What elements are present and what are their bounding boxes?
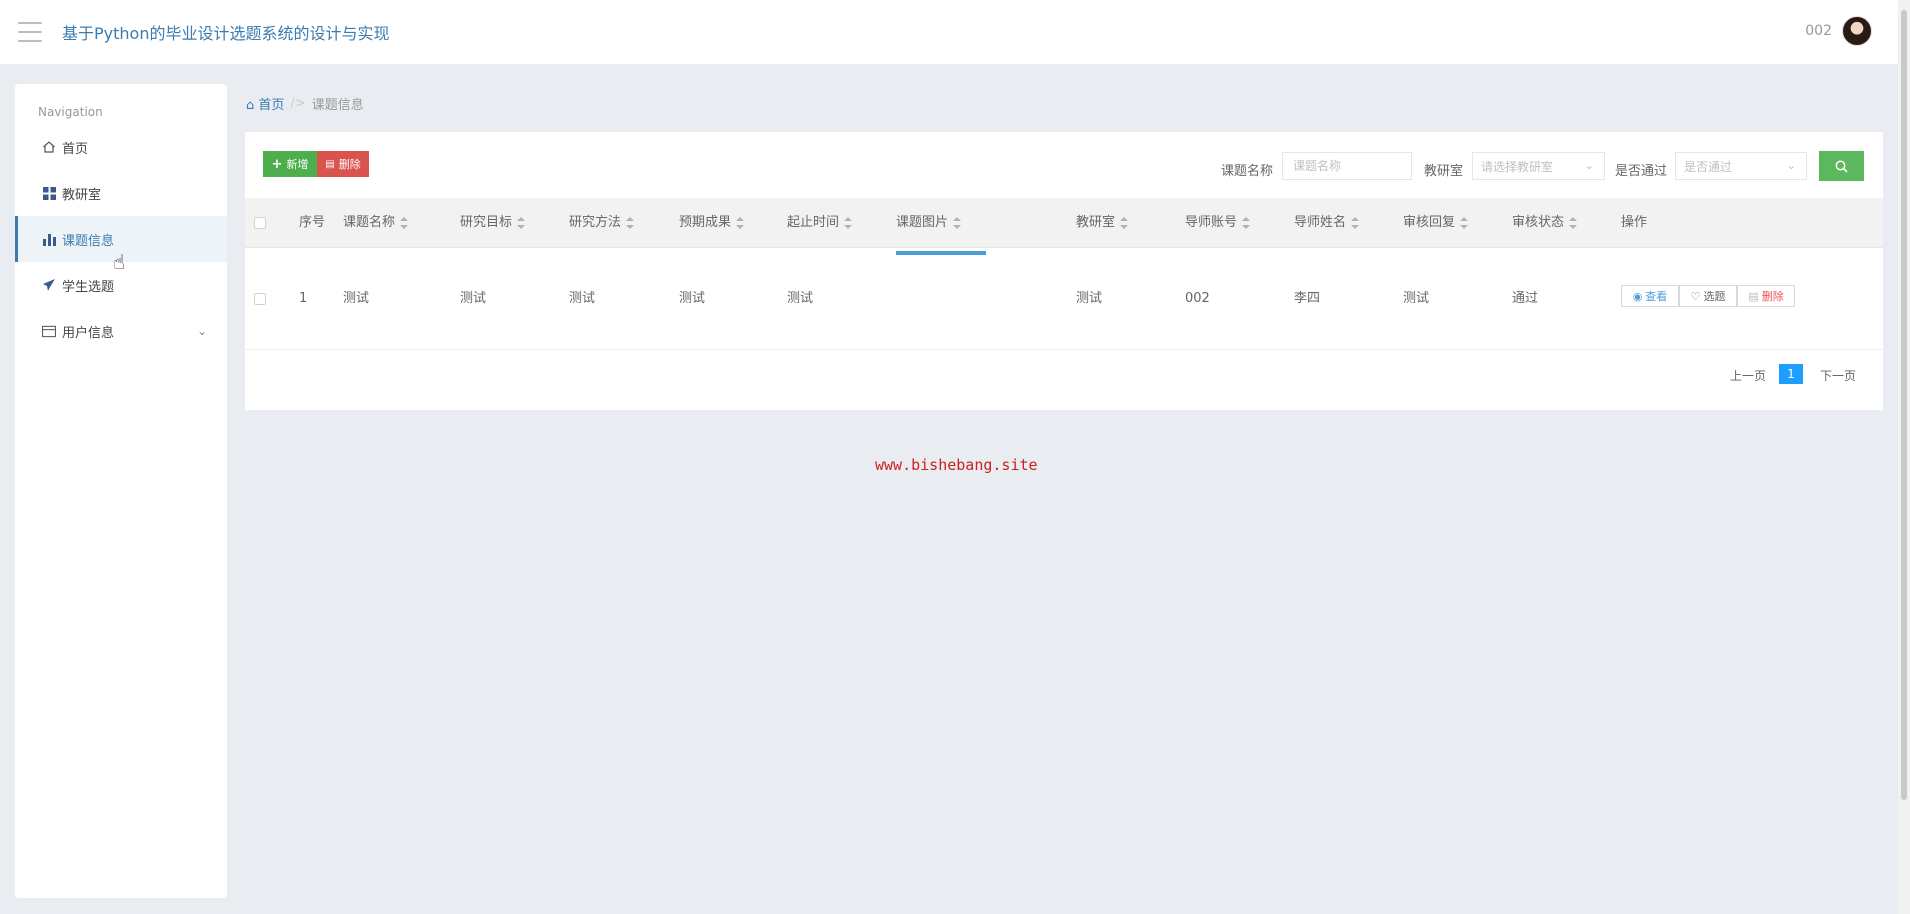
sort-icon[interactable] (1351, 216, 1360, 229)
sidebar-item-label: 课题信息 (62, 233, 115, 249)
sidebar-item-teaching-office[interactable]: 教研室 (15, 170, 227, 216)
column-header: 序号 (299, 215, 326, 230)
column-header[interactable]: 课题名称 (343, 198, 409, 248)
eye-icon: ◉ (1632, 289, 1643, 303)
column-header[interactable]: 教研室 (1076, 198, 1129, 248)
topic-panel: + 新增 ▤ 删除 课题名称 教研室 请选择教研室 ⌄ 是否通过 是否通过 ⌄ … (245, 132, 1883, 410)
sort-icon[interactable] (1242, 216, 1251, 229)
home-icon: ⌂ (246, 98, 255, 113)
scrollbar-thumb[interactable] (1901, 10, 1907, 800)
search-button[interactable] (1819, 151, 1864, 181)
sort-icon[interactable] (517, 216, 526, 229)
cell-topic-name: 测试 (343, 291, 370, 306)
sort-icon[interactable] (400, 216, 409, 229)
sidebar-item-label: 用户信息 (62, 325, 115, 341)
user-area[interactable]: 002 (1805, 16, 1872, 46)
next-page-link[interactable]: 下一页 (1820, 367, 1856, 384)
sidebar-item-home[interactable]: 首页 (15, 124, 227, 170)
sidebar: Navigation 首页 教研室 课题信息 学生选题 用户信息 ⌄ (15, 84, 227, 898)
chevron-down-icon: ⌄ (196, 324, 207, 338)
add-button[interactable]: + 新增 (263, 151, 317, 177)
column-header[interactable]: 导师账号 (1185, 198, 1251, 248)
grid-icon (42, 186, 56, 200)
prev-page-link[interactable]: 上一页 (1730, 367, 1766, 384)
sort-icon[interactable] (953, 216, 962, 229)
cell-tutor-account: 002 (1185, 291, 1210, 306)
page-scrollbar[interactable] (1898, 0, 1910, 914)
cell-index: 1 (299, 291, 308, 306)
trash-icon: ▤ (325, 158, 335, 170)
column-header[interactable]: 审核回复 (1403, 198, 1469, 248)
pass-status-label: 是否通过 (1615, 164, 1668, 179)
teaching-office-select[interactable]: 请选择教研室 ⌄ (1472, 152, 1605, 180)
top-header: 基于Python的毕业设计选题系统的设计与实现 002 (0, 0, 1910, 64)
cell-teaching-office: 测试 (1076, 291, 1103, 306)
chevron-down-icon: ⌄ (1584, 159, 1594, 172)
sort-icon[interactable] (844, 216, 853, 229)
sort-icon[interactable] (736, 216, 745, 229)
cell-method: 测试 (569, 291, 596, 306)
menu-toggle-icon[interactable] (18, 22, 42, 42)
plus-icon: + (271, 156, 283, 172)
home-icon (42, 140, 56, 154)
view-button[interactable]: ◉ 查看 (1621, 285, 1679, 307)
cell-status: 通过 (1512, 291, 1539, 306)
column-header[interactable]: 预期成果 (679, 198, 745, 248)
table-row: 1 测试 测试 测试 测试 测试 测试 002 李四 测试 通过 ◉ 查看 ♡ … (245, 248, 1883, 350)
column-header[interactable]: 起止时间 (787, 198, 853, 248)
sort-icon[interactable] (1569, 216, 1578, 229)
nav-caption: Navigation (38, 105, 103, 119)
table-header: 序号 课题名称 研究目标 研究方法 预期成果 起止时间 课题图片 教研室 导师账… (245, 198, 1883, 248)
column-header[interactable]: 研究目标 (460, 198, 526, 248)
sidebar-item-label: 首页 (62, 141, 89, 157)
card-icon (42, 324, 56, 338)
bulk-delete-button[interactable]: ▤ 删除 (317, 151, 369, 177)
column-header[interactable]: 课题图片 (896, 198, 962, 248)
search-icon (1835, 160, 1848, 173)
cell-period: 测试 (787, 291, 814, 306)
column-header[interactable]: 研究方法 (569, 198, 635, 248)
sidebar-item-label: 学生选题 (62, 279, 115, 295)
teaching-office-label: 教研室 (1424, 164, 1464, 179)
sort-icon[interactable] (1460, 216, 1469, 229)
sidebar-item-user-info[interactable]: 用户信息 ⌄ (15, 308, 227, 354)
current-page[interactable]: 1 (1779, 364, 1803, 384)
topic-name-label: 课题名称 (1221, 164, 1274, 179)
select-topic-button[interactable]: ♡ 选题 (1679, 285, 1737, 307)
hand-cursor-icon: ☝ (113, 250, 126, 274)
avatar[interactable] (1842, 16, 1872, 46)
column-header[interactable]: 导师姓名 (1294, 198, 1360, 248)
watermark-text: www.bishebang.site (875, 456, 1038, 474)
trash-icon: ▤ (1748, 289, 1759, 303)
topic-name-input[interactable] (1282, 152, 1412, 180)
sort-icon[interactable] (626, 216, 635, 229)
heart-icon: ♡ (1690, 289, 1701, 303)
sidebar-item-label: 教研室 (62, 187, 102, 203)
cell-goal: 测试 (460, 291, 487, 306)
breadcrumb-current: 课题信息 (311, 98, 364, 113)
chevron-down-icon: ⌄ (1786, 159, 1796, 172)
breadcrumb-separator: /> (290, 96, 306, 111)
sort-icon[interactable] (1120, 216, 1129, 229)
user-name[interactable]: 002 (1805, 23, 1832, 39)
column-header[interactable]: 审核状态 (1512, 198, 1578, 248)
breadcrumb-home[interactable]: ⌂ 首页 (246, 94, 284, 113)
select-all-checkbox[interactable] (254, 217, 266, 229)
cell-tutor-name: 李四 (1294, 291, 1321, 306)
column-header: 操作 (1621, 215, 1648, 230)
paper-plane-icon (42, 278, 56, 292)
cell-reply: 测试 (1403, 291, 1430, 306)
delete-row-button[interactable]: ▤ 删除 (1737, 285, 1795, 307)
cell-outcome: 测试 (679, 291, 706, 306)
breadcrumb: ⌂ 首页 /> 课题信息 (246, 94, 364, 113)
app-title: 基于Python的毕业设计选题系统的设计与实现 (62, 24, 390, 43)
pass-status-select[interactable]: 是否通过 ⌄ (1675, 152, 1807, 180)
row-checkbox[interactable] (254, 293, 266, 305)
bar-chart-icon (42, 232, 56, 246)
